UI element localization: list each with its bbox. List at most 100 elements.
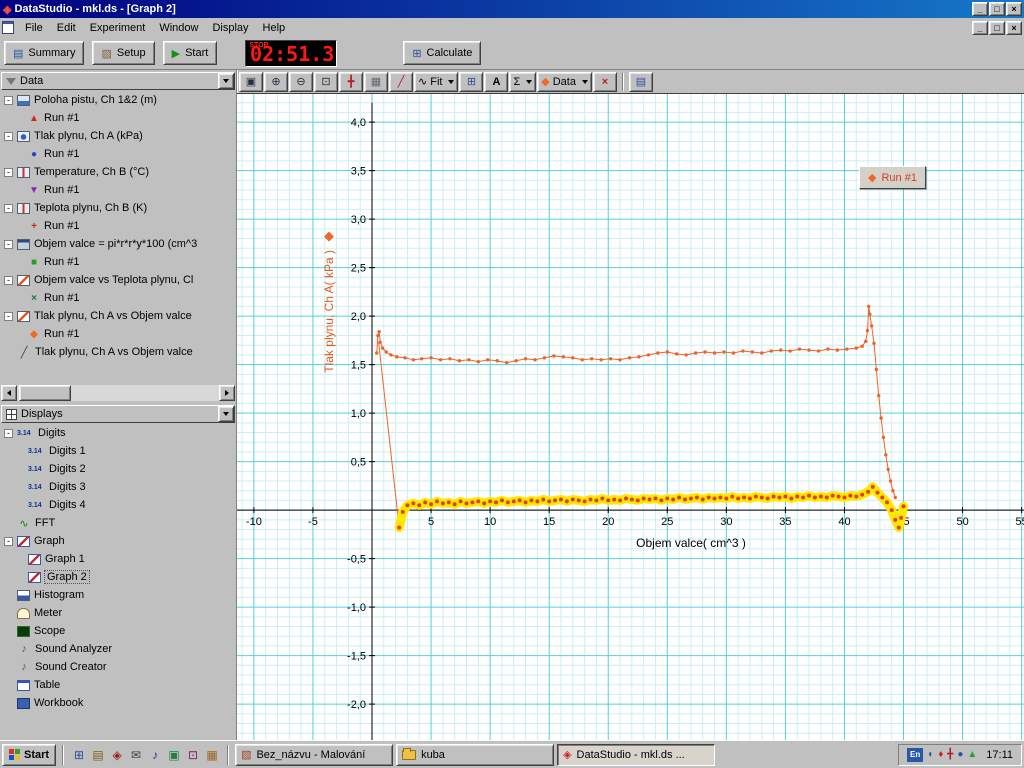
data-item[interactable]: ╱Tlak plynu, Ch A vs Objem valce (0, 343, 236, 361)
slope-tool-button[interactable]: ╱ (389, 72, 413, 92)
quick-launch-icon-3[interactable]: ◈ (108, 745, 126, 765)
quick-launch-icon-7[interactable]: ⊡ (184, 745, 202, 765)
start-menu-button[interactable]: Start (2, 744, 56, 766)
display-item[interactable]: Table (0, 676, 236, 694)
run-item[interactable]: ■Run #1 (0, 253, 236, 271)
display-item[interactable]: -Graph (0, 532, 236, 550)
run-item[interactable]: ▼Run #1 (0, 181, 236, 199)
display-child-item[interactable]: 3.14Digits 4 (0, 496, 236, 514)
quick-launch-icon-8[interactable]: ▦ (203, 745, 221, 765)
zoom-in-button[interactable]: ⊕ (264, 72, 288, 92)
scroll-right-button[interactable] (219, 385, 235, 401)
collapse-toggle[interactable]: - (4, 537, 13, 546)
quick-launch-icon-2[interactable]: ▤ (89, 745, 107, 765)
task-button[interactable]: kuba (396, 744, 554, 766)
plot-area[interactable]: -10-55101520253035404550554,03,53,02,52,… (237, 94, 1024, 740)
data-menu-button[interactable]: ◆Data (537, 72, 592, 92)
run-item[interactable]: ◆Run #1 (0, 325, 236, 343)
collapse-toggle[interactable]: - (4, 312, 13, 321)
display-item[interactable]: Scope (0, 622, 236, 640)
data-item[interactable]: -Teplota plynu, Ch B (K) (0, 199, 236, 217)
collapse-toggle[interactable]: - (4, 429, 13, 438)
menu-display[interactable]: Display (205, 20, 255, 36)
displays-panel-dropdown-button[interactable] (218, 406, 234, 422)
task-button[interactable]: ◈DataStudio - mkl.ds ... (557, 744, 715, 766)
close-button[interactable]: × (1006, 2, 1022, 16)
quick-launch-icon-6[interactable]: ▣ (165, 745, 183, 765)
maximize-button[interactable]: □ (989, 2, 1005, 16)
collapse-toggle[interactable]: - (4, 132, 13, 141)
display-item[interactable]: ∿FFT (0, 514, 236, 532)
tray-icon-5[interactable]: ▲ (967, 749, 977, 760)
summary-button[interactable]: ▤ Summary (4, 41, 84, 65)
quick-launch-icon-1[interactable]: ⊞ (70, 745, 88, 765)
y-axis-label-block[interactable]: ◆ Tlak plynu, Ch A( kPa ) (315, 228, 343, 373)
data-item[interactable]: -Objem valce vs Teplota plynu, Cl (0, 271, 236, 289)
calculate-button[interactable]: ⊞ Calculate (403, 41, 481, 65)
collapse-toggle[interactable]: - (4, 276, 13, 285)
menu-window[interactable]: Window (152, 20, 205, 36)
graph-settings-button[interactable]: ▤ (629, 72, 653, 92)
child-restore-button[interactable]: □ (989, 21, 1005, 35)
quick-launch-icon-5[interactable]: ♪ (146, 745, 164, 765)
collapse-toggle[interactable]: - (4, 204, 13, 213)
tray-icon-1[interactable]: ◐ (928, 749, 934, 760)
legend[interactable]: ◆ Run #1 (859, 166, 926, 189)
display-item[interactable]: Workbook (0, 694, 236, 712)
display-child-item[interactable]: Graph 1 (0, 550, 236, 568)
display-child-item[interactable]: 3.14Digits 2 (0, 460, 236, 478)
tray-icon-3[interactable]: ╋ (947, 749, 953, 760)
tray-icon-4[interactable]: ● (957, 749, 963, 760)
data-tree-hscrollbar[interactable] (1, 385, 235, 401)
setup-button[interactable]: ▨ Setup (92, 41, 154, 65)
text-tool-button[interactable]: A (484, 72, 508, 92)
scale-to-fit-button[interactable]: ▣ (239, 72, 263, 92)
display-item[interactable]: -3.14Digits (0, 424, 236, 442)
data-item[interactable]: -Tlak plynu, Ch A vs Objem valce (0, 307, 236, 325)
calculate-tool-button[interactable]: ⊞ (459, 72, 483, 92)
x-axis-label[interactable]: Objem valce( cm^3 ) (606, 536, 776, 550)
display-item[interactable]: ♪Sound Analyzer (0, 640, 236, 658)
display-item[interactable]: Histogram (0, 586, 236, 604)
note-tool-button[interactable]: ▦ (364, 72, 388, 92)
collapse-toggle[interactable]: - (4, 168, 13, 177)
quick-launch-icon-4[interactable]: ✉ (127, 745, 145, 765)
menu-experiment[interactable]: Experiment (83, 20, 153, 36)
run-item[interactable]: ×Run #1 (0, 289, 236, 307)
display-item[interactable]: ♪Sound Creator (0, 658, 236, 676)
display-child-item[interactable]: 3.14Digits 3 (0, 478, 236, 496)
smart-tool-button[interactable]: ╋ (339, 72, 363, 92)
zoom-select-button[interactable]: ⊡ (314, 72, 338, 92)
display-child-item[interactable]: 3.14Digits 1 (0, 442, 236, 460)
display-child-item[interactable]: Graph 2 (0, 568, 236, 586)
data-item[interactable]: -Poloha pistu, Ch 1&2 (m) (0, 91, 236, 109)
minimize-button[interactable]: _ (972, 2, 988, 16)
language-indicator[interactable]: En (907, 748, 923, 762)
statistics-button[interactable]: Σ (509, 72, 536, 92)
menu-help[interactable]: Help (256, 20, 293, 36)
child-close-button[interactable]: × (1006, 21, 1022, 35)
delete-button[interactable]: × (593, 72, 617, 92)
data-item[interactable]: -Objem valce = pi*r*r*y*100 (cm^3 (0, 235, 236, 253)
collapse-toggle[interactable]: - (4, 96, 13, 105)
scroll-thumb[interactable] (19, 385, 71, 401)
child-window-icon[interactable] (2, 21, 14, 34)
data-item[interactable]: -Tlak plynu, Ch A (kPa) (0, 127, 236, 145)
start-button[interactable]: ▶ Start (163, 41, 218, 65)
run-item[interactable]: ▲Run #1 (0, 109, 236, 127)
fit-menu-button[interactable]: ∿Fit (414, 72, 458, 92)
run-item[interactable]: +Run #1 (0, 217, 236, 235)
data-panel-header[interactable]: Data (1, 72, 235, 90)
collapse-toggle[interactable]: - (4, 240, 13, 249)
display-item[interactable]: Meter (0, 604, 236, 622)
menu-edit[interactable]: Edit (50, 20, 83, 36)
data-item[interactable]: -Temperature, Ch B (°C) (0, 163, 236, 181)
task-button[interactable]: ▧Bez_názvu - Malování (235, 744, 393, 766)
scroll-left-button[interactable] (1, 385, 17, 401)
displays-panel-header[interactable]: Displays (1, 405, 235, 423)
child-minimize-button[interactable]: _ (972, 21, 988, 35)
tray-icon-2[interactable]: ♦ (938, 749, 943, 760)
zoom-out-button[interactable]: ⊖ (289, 72, 313, 92)
data-panel-dropdown-button[interactable] (218, 73, 234, 89)
menu-file[interactable]: File (18, 20, 50, 36)
